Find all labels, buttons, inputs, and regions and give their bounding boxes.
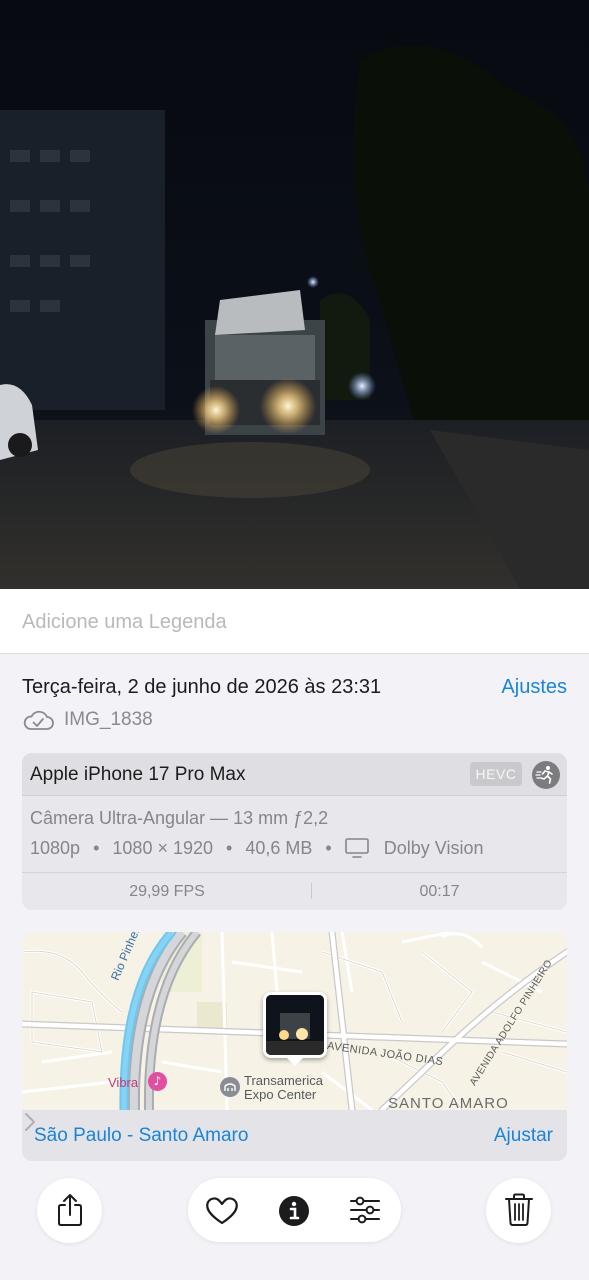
capture-date: Terça-feira, 2 de junho de 2026 às 23:31	[22, 676, 382, 698]
info-button[interactable]	[278, 1195, 310, 1227]
night-street-photo	[0, 0, 589, 589]
location-map-card[interactable]: Rio Pinheiros AVENIDA JOÃO DIAS AVENIDA …	[22, 932, 567, 1161]
photo-location-pin[interactable]	[263, 992, 327, 1058]
map-label-expo-center: Expo Center	[244, 1087, 317, 1102]
chevron-right-icon[interactable]	[22, 1110, 38, 1134]
pin-pointer	[286, 1057, 304, 1066]
video-preview[interactable]	[0, 0, 589, 589]
separator: •	[93, 837, 100, 858]
venue-icon	[220, 1077, 240, 1097]
adjust-button[interactable]	[348, 1195, 382, 1225]
device-footer: 29,99 FPS 00:17	[22, 872, 567, 910]
video-duration: 00:17	[419, 883, 460, 900]
action-mode-icon	[532, 761, 560, 789]
location-name-link[interactable]: São Paulo - Santo Amaro	[34, 1125, 248, 1147]
sliders-icon	[350, 1196, 380, 1224]
heart-icon	[206, 1197, 238, 1225]
caption-area	[0, 589, 589, 654]
hdr-format: Dolby Vision	[383, 837, 484, 858]
info-icon	[279, 1196, 309, 1226]
favorite-button[interactable]	[202, 1192, 242, 1228]
separator: •	[226, 837, 233, 858]
map-label-transamerica: Transamerica	[244, 1073, 323, 1088]
codec-badge: HEVC	[470, 762, 522, 786]
share-icon	[58, 1194, 82, 1226]
specs-row: 1080p • 1080 × 1920 • 40,6 MB • Dolby Vi…	[30, 837, 484, 861]
map-footer: São Paulo - Santo Amaro Ajustar	[22, 1110, 567, 1161]
music-venue-icon: ♪	[148, 1072, 167, 1091]
file-size: 40,6 MB	[245, 837, 313, 858]
adjust-date-link[interactable]: Ajustes	[501, 676, 567, 699]
lens-info: Câmera Ultra-Angular — 13 mm ƒ2,2	[30, 808, 329, 828]
display-icon	[344, 838, 369, 859]
actions-group	[188, 1178, 401, 1242]
icloud-icon	[23, 710, 54, 730]
frame-rate: 29,99 FPS	[129, 883, 205, 900]
file-name: IMG_1838	[64, 709, 153, 730]
device-header: Apple iPhone 17 Pro Max HEVC	[22, 753, 567, 796]
adjust-location-link[interactable]: Ajustar	[494, 1125, 553, 1147]
map-label-vibra: Vibra	[108, 1075, 139, 1090]
resolution: 1080p	[30, 837, 81, 858]
device-info-card: Apple iPhone 17 Pro Max HEVC Câmera Ultr…	[22, 753, 567, 910]
dimensions: 1080 × 1920	[112, 837, 214, 858]
date-row: Terça-feira, 2 de junho de 2026 às 23:31…	[22, 676, 567, 702]
share-button[interactable]	[37, 1178, 102, 1243]
device-name: Apple iPhone 17 Pro Max	[30, 764, 246, 785]
delete-button[interactable]	[486, 1178, 551, 1243]
caption-input[interactable]	[22, 607, 562, 637]
trash-icon	[505, 1193, 533, 1226]
separator: •	[325, 837, 332, 858]
